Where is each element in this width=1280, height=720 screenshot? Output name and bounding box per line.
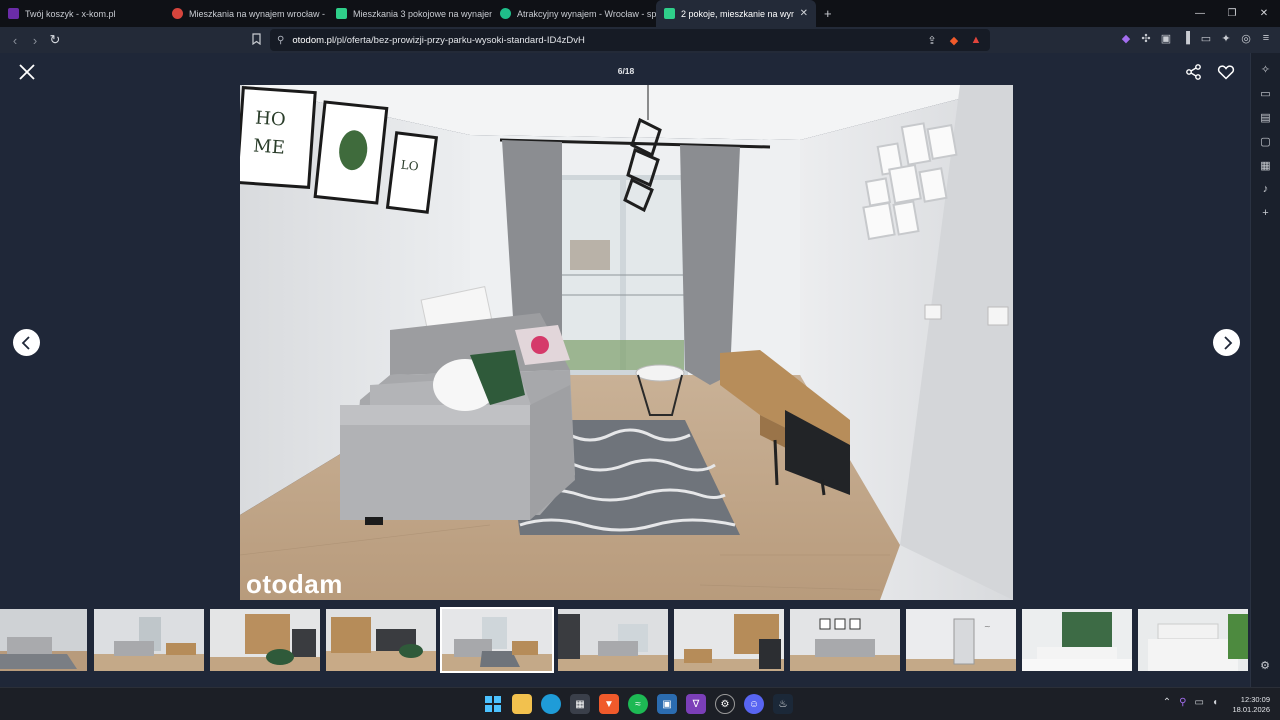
- spotify-icon[interactable]: ≈: [628, 694, 648, 714]
- share-page-icon[interactable]: ⇪: [924, 32, 940, 48]
- next-photo-button[interactable]: [1213, 329, 1240, 356]
- svg-text:~: ~: [984, 622, 991, 631]
- chevron-right-icon: [1223, 335, 1232, 350]
- thumbnail[interactable]: [1138, 609, 1248, 671]
- tab-mieszkania-wroclaw[interactable]: Mieszkania na wynajem wrocław - Br: [164, 0, 328, 27]
- tab-favicon-icon: [500, 8, 511, 19]
- browser-side-panel: ✧ ▭ ▤ ▢ ▦ ♪ + ⚙: [1250, 53, 1280, 687]
- svg-text:ME: ME: [253, 135, 286, 158]
- chevron-left-icon: [21, 335, 30, 350]
- store-icon[interactable]: ▦: [570, 694, 590, 714]
- brave-shields-icon[interactable]: ◆: [946, 32, 962, 48]
- edge-icon[interactable]: [541, 694, 561, 714]
- discord-icon[interactable]: ☺: [744, 694, 764, 714]
- thumbnail[interactable]: [558, 609, 668, 671]
- network-icon[interactable]: ▭: [1195, 697, 1204, 708]
- window-controls: — ❐ ✕: [1184, 0, 1280, 27]
- brave-icon[interactable]: ▼: [599, 694, 619, 714]
- url-host: otodom.pl: [292, 34, 335, 46]
- toolbar-actions: ◆ ✣ ▣ ▐ ▭ ✦ ◎ ≡: [1118, 30, 1274, 46]
- previous-photo-button[interactable]: [13, 329, 40, 356]
- wallet-crypto-icon[interactable]: ◆: [1118, 30, 1134, 46]
- tab-label: Twój koszyk - x-kom.pl: [25, 8, 116, 19]
- add-panel-icon[interactable]: +: [1258, 205, 1274, 221]
- tab-atrakcyjny-wynajem[interactable]: Atrakcyjny wynajem - Wrocław - spra: [492, 0, 656, 27]
- thumbnail[interactable]: ~: [906, 609, 1016, 671]
- thumbnail[interactable]: [674, 609, 784, 671]
- restore-icon[interactable]: ❐: [1216, 0, 1248, 27]
- forward-icon[interactable]: ›: [25, 30, 45, 50]
- file-explorer-icon[interactable]: [512, 694, 532, 714]
- wallet-sidebar-icon[interactable]: ▤: [1258, 109, 1274, 125]
- otodom-watermark: otodam: [246, 569, 343, 599]
- windows-taskbar: ▦ ▼ ≈ ▣ ∇ ⚙ ☺ ♨ ⌃ ⚲ ▭ ◖ 12:30:09 18.01.2…: [0, 687, 1280, 720]
- system-tray: ⌃ ⚲ ▭ ◖: [1163, 697, 1218, 708]
- bookmarks-sidebar-icon[interactable]: ▢: [1258, 133, 1274, 149]
- svg-text:HO: HO: [255, 108, 287, 131]
- vpn-icon[interactable]: ▣: [1158, 30, 1174, 46]
- system-clock[interactable]: 12:30:09 18.01.2026: [1232, 695, 1270, 715]
- tray-chevron-up-icon[interactable]: ⌃: [1163, 697, 1171, 708]
- extensions-icon[interactable]: ✣: [1138, 30, 1154, 46]
- taskbar-apps: ▦ ▼ ≈ ▣ ∇ ⚙ ☺ ♨: [483, 694, 793, 714]
- tab-label: 2 pokoje, mieszkanie na wynajem: [681, 8, 794, 19]
- tab-mieszkania-3-pokojowe[interactable]: Mieszkania 3 pokojowe na wynajem: [328, 0, 492, 27]
- brave-rewards-icon[interactable]: ▲: [968, 32, 984, 48]
- menu-icon[interactable]: ≡: [1258, 30, 1274, 46]
- music-note-icon[interactable]: ♪: [1258, 181, 1274, 197]
- tab-xkom[interactable]: Twój koszyk - x-kom.pl: [0, 0, 164, 27]
- microphone-icon[interactable]: ⚲: [1179, 697, 1186, 708]
- leo-ai-icon[interactable]: ✦: [1218, 30, 1234, 46]
- tab-label: Atrakcyjny wynajem - Wrocław - spra: [517, 8, 656, 19]
- photos-icon[interactable]: ▣: [657, 694, 677, 714]
- otodom-favicon-icon: [336, 8, 347, 19]
- tab-bar: Twój koszyk - x-kom.pl Mieszkania na wyn…: [0, 0, 1280, 27]
- volume-icon[interactable]: ◖: [1212, 697, 1218, 708]
- leo-sidebar-icon[interactable]: ✧: [1258, 61, 1274, 77]
- settings-icon[interactable]: ⚙: [715, 694, 735, 714]
- thumbnail-selected[interactable]: [440, 607, 554, 673]
- photo-counter: 6/18: [617, 66, 635, 76]
- clock-date: 18.01.2026: [1232, 705, 1270, 714]
- sidebar-toggle-icon[interactable]: ▐: [1178, 30, 1194, 46]
- thumbnail[interactable]: [210, 609, 320, 671]
- visual-studio-icon[interactable]: ∇: [686, 694, 706, 714]
- thumbnail-strip: ~: [0, 606, 1250, 674]
- bookmark-icon[interactable]: [248, 31, 264, 47]
- thumbnail[interactable]: [790, 609, 900, 671]
- thumbnail[interactable]: [1022, 609, 1132, 671]
- address-bar[interactable]: ⚲ otodom.pl/pl/oferta/bez-prowizji-przy-…: [270, 29, 990, 51]
- thumbnail[interactable]: [326, 609, 436, 671]
- tab-label: Mieszkania na wynajem wrocław - Br: [189, 8, 328, 19]
- site-info-icon[interactable]: ⚲: [277, 35, 284, 46]
- main-apartment-photo[interactable]: HO ME LO: [240, 85, 1013, 600]
- tab-favicon-icon: [172, 8, 183, 19]
- tab-close-icon[interactable]: ✕: [800, 8, 808, 19]
- close-gallery-button[interactable]: [17, 62, 37, 82]
- url-text: otodom.pl/pl/oferta/bez-prowizji-przy-pa…: [292, 35, 585, 46]
- tv-icon[interactable]: ▭: [1258, 85, 1274, 101]
- share-icon[interactable]: [1185, 63, 1203, 86]
- otodom-favicon-icon: [664, 8, 675, 19]
- close-icon[interactable]: ✕: [1248, 0, 1280, 27]
- sidebar-settings-icon[interactable]: ⚙: [1257, 657, 1273, 673]
- back-icon[interactable]: ‹: [5, 30, 25, 50]
- steam-icon[interactable]: ♨: [773, 694, 793, 714]
- favorite-heart-icon[interactable]: [1217, 63, 1235, 86]
- clock-time: 12:30:09: [1240, 695, 1270, 704]
- reading-list-icon[interactable]: ▦: [1258, 157, 1274, 173]
- svg-text:LO: LO: [400, 158, 420, 174]
- xkom-favicon-icon: [8, 8, 19, 19]
- new-tab-button[interactable]: +: [816, 6, 840, 21]
- wallet-icon[interactable]: ▭: [1198, 30, 1214, 46]
- tab-2-pokoje-active[interactable]: 2 pokoje, mieszkanie na wynajem ✕: [656, 0, 816, 27]
- profile-icon[interactable]: ◎: [1238, 30, 1254, 46]
- tab-label: Mieszkania 3 pokojowe na wynajem: [353, 8, 492, 19]
- url-path: /pl/oferta/bez-prowizji-przy-parku-wysok…: [334, 34, 585, 46]
- reload-icon[interactable]: ↻: [45, 30, 65, 50]
- minimize-icon[interactable]: —: [1184, 0, 1216, 27]
- thumbnail[interactable]: [0, 609, 87, 671]
- thumbnail[interactable]: [94, 609, 204, 671]
- windows-start-icon[interactable]: [483, 694, 503, 714]
